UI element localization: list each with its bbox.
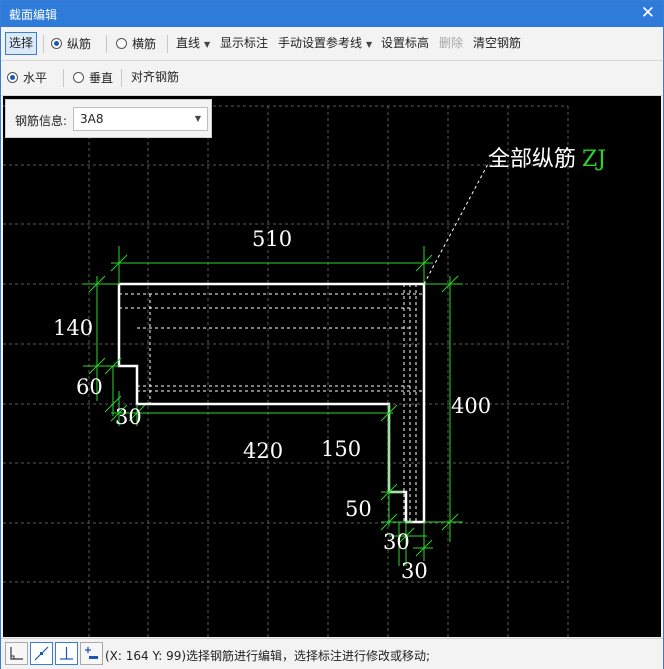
radio-horizontal-label: 水平 [23, 70, 48, 85]
show-dim-button[interactable]: 显示标注 [218, 33, 270, 54]
radio-longitudinal-label: 纵筋 [67, 36, 92, 51]
main-toolbar: 选择 纵筋 横筋 直线 ▼ 显示标注 手动设置参考线 ▼ 设置标高 删除 清空钢筋 [1, 27, 663, 61]
toolbar-divider [43, 35, 44, 53]
delete-button[interactable]: 删除 [437, 33, 465, 54]
callout-leader [423, 161, 490, 285]
radio-on-icon [51, 37, 62, 49]
toolbar-divider [63, 69, 64, 87]
callout-label[interactable]: 全部纵筋 ZJ [488, 147, 606, 172]
title-bar: 截面编辑 ✕ [1, 1, 663, 27]
radio-transverse-label: 横筋 [132, 36, 157, 51]
radio-vertical-label: 垂直 [89, 70, 114, 85]
dim-lower-30[interactable]: 30 [383, 530, 410, 554]
ortho-icon[interactable] [5, 642, 28, 665]
line-dropdown-label: 直线 [176, 36, 201, 50]
callout-text: 全部纵筋 [488, 147, 576, 172]
perpendicular-icon[interactable] [55, 642, 78, 665]
rebar-outline [117, 282, 426, 524]
toolbar-divider [167, 35, 168, 53]
section-drawing[interactable]: 510 140 60 30 420 150 400 50 30 30 全部纵筋 Z… [3, 96, 661, 637]
dim-bottom-30[interactable]: 30 [401, 559, 428, 583]
add-dim-icon[interactable] [80, 642, 103, 665]
rebar-info-label: 钢筋信息: [15, 114, 68, 128]
set-elevation-button[interactable]: 设置标高 [379, 33, 431, 54]
status-bar: (X: 164 Y: 99)选择钢筋进行编辑，选择标注进行修改或移动; [1, 638, 663, 669]
line-dropdown[interactable]: 直线 ▼ [174, 33, 212, 54]
clear-rebar-button[interactable]: 清空钢筋 [471, 33, 523, 54]
status-text: (X: 164 Y: 99)选择钢筋进行编辑，选择标注进行修改或移动; [105, 649, 431, 663]
caret-down-icon: ▼ [366, 40, 373, 49]
section-editor-window: 截面编辑 ✕ 选择 纵筋 横筋 直线 ▼ 显示标注 手动设置参考线 ▼ 设置标高 删… [0, 0, 664, 669]
caret-down-icon: ▼ [204, 40, 211, 49]
manual-ref-dropdown[interactable]: 手动设置参考线 ▼ [276, 33, 374, 54]
free-line-icon[interactable] [30, 642, 53, 665]
dim-lower-50[interactable]: 50 [345, 497, 372, 521]
dim-left-30[interactable]: 30 [115, 405, 142, 429]
dim-inner-150[interactable]: 150 [321, 437, 361, 461]
dim-right-400[interactable]: 400 [451, 394, 491, 418]
callout-code: ZJ [582, 147, 606, 172]
manual-ref-label: 手动设置参考线 [278, 36, 363, 50]
dim-left-60[interactable]: 60 [76, 375, 103, 399]
toolbar-divider [106, 35, 107, 53]
dim-top-510[interactable]: 510 [252, 227, 292, 251]
toolbar-divider [121, 69, 122, 87]
dim-bottom-420[interactable]: 420 [243, 439, 283, 463]
radio-on-icon [7, 71, 18, 83]
align-rebar-button[interactable]: 对齐钢筋 [129, 67, 181, 88]
window-title: 截面编辑 [9, 8, 58, 22]
orientation-toolbar: 水平 垂直 对齐钢筋 [1, 61, 663, 96]
drawing-canvas[interactable]: 510 140 60 30 420 150 400 50 30 30 全部纵筋 Z… [3, 96, 661, 637]
rebar-info-value: 3A8 [80, 112, 104, 126]
radio-longitudinal[interactable]: 纵筋 [51, 32, 91, 54]
close-icon[interactable]: ✕ [641, 3, 655, 23]
radio-off-icon [116, 37, 127, 49]
inner-reference-lines [119, 284, 424, 521]
dim-left-140[interactable]: 140 [53, 316, 93, 340]
radio-transverse[interactable]: 横筋 [116, 32, 156, 54]
grid [3, 105, 569, 637]
select-button[interactable]: 选择 [5, 32, 38, 55]
rebar-info-panel: 钢筋信息: 3A8 ▼ [5, 99, 212, 138]
radio-horizontal[interactable]: 水平 [7, 66, 47, 88]
chevron-down-icon: ▼ [194, 114, 201, 123]
rebar-info-select[interactable]: 3A8 ▼ [73, 107, 208, 131]
radio-off-icon [73, 71, 84, 83]
radio-vertical[interactable]: 垂直 [73, 66, 113, 88]
